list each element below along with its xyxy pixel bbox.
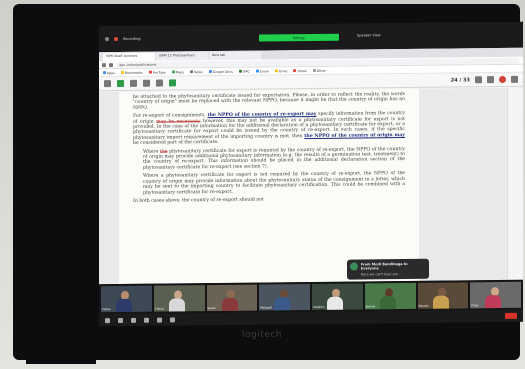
- bookmark-item[interactable]: Gmail: [293, 69, 307, 73]
- filter-icon[interactable]: [475, 76, 482, 84]
- participant-tile[interactable]: Marcos: [417, 282, 469, 309]
- participant-name: Sarah: [207, 305, 216, 311]
- paragraph: be attached to the phytosanitary certifi…: [133, 92, 405, 111]
- participant-name: Cheng: [154, 306, 164, 311]
- paragraph: Where the phytosanitary certificate for …: [143, 146, 405, 171]
- paragraph: In both cases above, the country of re-e…: [133, 197, 264, 204]
- participant-tile[interactable]: Mokgadi: [259, 284, 310, 311]
- chat-icon[interactable]: [144, 317, 149, 323]
- participant-name: Mokgadi: [260, 305, 273, 310]
- bookmark-item[interactable]: News: [190, 70, 203, 74]
- end-meeting-button[interactable]: [505, 312, 517, 319]
- participant-name: Joanne: [365, 304, 376, 309]
- zoom-icon[interactable]: [143, 79, 150, 87]
- monitor-bezel: Recording Talking: Speaker View ISPM Dra…: [13, 4, 523, 364]
- bookmark-item[interactable]: Apps: [103, 71, 115, 75]
- toolbar-right-group: 24 / 33: [450, 75, 518, 84]
- browser-tab[interactable]: ISPM Draft Annexes: [103, 52, 155, 62]
- page-indicator: 24 / 33: [450, 76, 470, 84]
- participant-body: [485, 295, 502, 309]
- participant-body: [168, 298, 185, 312]
- participant-gallery: Yadira Cheng Sarah Mokgadi Stephen Joann…: [99, 279, 523, 315]
- participant-body: [432, 295, 449, 309]
- record-icon[interactable]: [170, 316, 175, 322]
- participant-tile[interactable]: Cheng: [153, 285, 205, 312]
- participant-body: [221, 297, 238, 312]
- participant-body: [379, 296, 396, 310]
- chat-notification[interactable]: From Modi Bandinaga to Everyone Race we …: [347, 258, 429, 280]
- document-area: be attached to the phytosanitary certifi…: [99, 87, 523, 285]
- bookmark-item[interactable]: Maps: [171, 70, 184, 74]
- paragraph: For re-export of consignments, the NPPO …: [133, 111, 405, 147]
- bookmark-item[interactable]: Other: [312, 68, 326, 72]
- back-icon[interactable]: [102, 62, 106, 67]
- sidebar-icon[interactable]: [117, 79, 124, 88]
- bookmark-item[interactable]: Bookmarks: [120, 70, 143, 74]
- participant-name: Yadira: [102, 307, 111, 312]
- participant-name: Priya: [471, 303, 479, 308]
- participant-tile[interactable]: Priya: [470, 281, 521, 309]
- menu-icon[interactable]: [104, 80, 111, 88]
- participants-icon[interactable]: [131, 317, 136, 323]
- participant-body: [274, 297, 291, 311]
- window-dot-icon: [105, 37, 109, 42]
- info-icon[interactable]: [156, 79, 163, 87]
- close-icon[interactable]: [499, 75, 506, 84]
- participant-name: Stephen: [313, 304, 325, 309]
- comment-icon[interactable]: [487, 76, 494, 84]
- reload-icon[interactable]: [109, 62, 113, 67]
- participant-tile[interactable]: Yadira: [101, 285, 152, 313]
- more-icon[interactable]: [511, 75, 518, 83]
- notification-title: From Modi Bandinaga to Everyone: [360, 261, 408, 271]
- participant-tile[interactable]: Joanne: [364, 282, 416, 310]
- avatar: [350, 262, 358, 271]
- participant-tile[interactable]: Sarah: [206, 284, 258, 312]
- recording-icon: [114, 37, 118, 42]
- notification-body: Race we can't hear you: [360, 272, 399, 277]
- bookmark-item[interactable]: Drive: [274, 69, 287, 73]
- bookmark-item[interactable]: Google Docs: [208, 69, 233, 74]
- speaker-view-button[interactable]: Speaker View: [357, 33, 381, 37]
- mute-icon[interactable]: [105, 317, 110, 323]
- browser-tab[interactable]: New tab: [209, 51, 261, 61]
- participant-name: Marcos: [418, 303, 429, 308]
- webcam-brand-logo: logitech: [242, 330, 282, 340]
- browser-window: ISPM Draft Annexes ISPM 12 Phytosanitary…: [99, 47, 523, 285]
- search-icon[interactable]: [130, 79, 137, 87]
- browser-tab[interactable]: ISPM 12 Phytosanitary: [156, 52, 208, 61]
- notification-content: From Modi Bandinaga to Everyone Race we …: [360, 261, 426, 277]
- document-text: be attached to the phytosanitary certifi…: [133, 92, 405, 204]
- participant-tile[interactable]: Stephen: [312, 283, 363, 310]
- recording-label: Recording: [123, 36, 141, 41]
- paragraph: Where a phytosanitary certificate for ex…: [143, 171, 405, 196]
- document-side-panel: [507, 87, 523, 280]
- bookmark-item[interactable]: YouTube: [148, 70, 166, 74]
- talking-label: Talking:: [292, 35, 306, 40]
- bookmark-item[interactable]: IPPC: [238, 69, 250, 73]
- left-bezel-shade: [26, 304, 96, 364]
- document-page: be attached to the phytosanitary certifi…: [119, 88, 419, 285]
- share-screen-icon[interactable]: [157, 317, 162, 323]
- video-icon[interactable]: [118, 317, 123, 323]
- talking-indicator: Talking:: [259, 33, 339, 42]
- participant-body: [327, 296, 344, 310]
- participant-body: [116, 298, 133, 313]
- bookmark-item[interactable]: Zoom: [255, 69, 269, 73]
- monitor-screen: Recording Talking: Speaker View ISPM Dra…: [99, 21, 523, 327]
- share-icon[interactable]: [169, 79, 176, 87]
